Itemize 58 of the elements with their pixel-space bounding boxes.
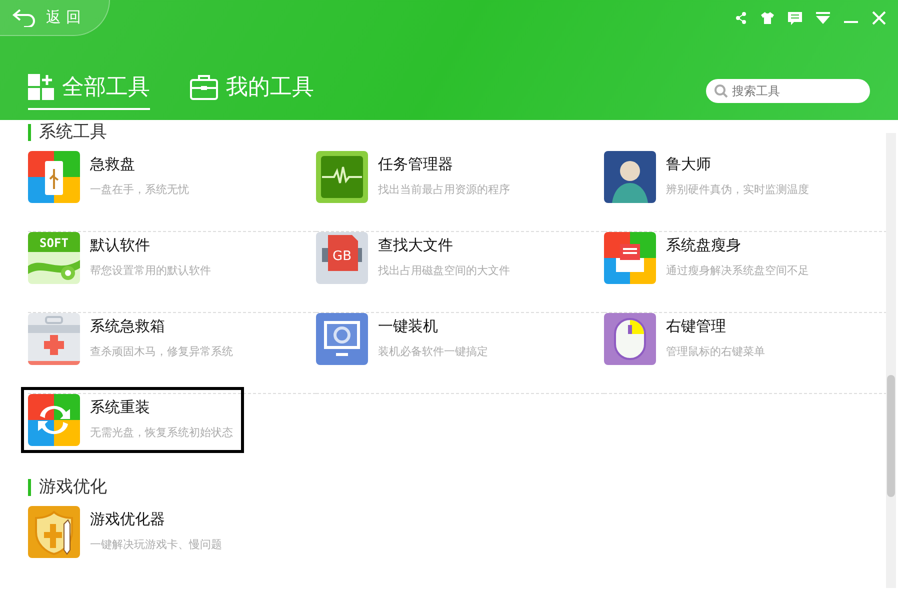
- tool-icon: [316, 151, 368, 203]
- briefcase-icon: [190, 74, 218, 100]
- tool-name: 系统重装: [90, 398, 151, 417]
- grid-icon: [28, 74, 54, 100]
- tool-name: 一键装机: [378, 317, 439, 336]
- scrollbar[interactable]: [886, 133, 896, 588]
- search-field[interactable]: 搜索工具: [706, 79, 870, 103]
- tool-item[interactable]: 右键管理 管理鼠标的右键菜单: [597, 306, 776, 372]
- tool-name: 游戏优化器: [90, 510, 166, 529]
- tool-description: 一盘在手，系统无忧: [90, 182, 189, 197]
- tool-item[interactable]: GB 查找大文件 找出占用磁盘空间的大文件: [309, 225, 521, 291]
- tool-icon: GB: [316, 232, 368, 284]
- tool-name: 鲁大师: [666, 155, 712, 174]
- tool-description: 辨别硬件真伪，实时监测温度: [666, 182, 809, 197]
- tool-icon: [316, 313, 368, 365]
- tool-icon: [604, 232, 656, 284]
- tool-name: 任务管理器: [378, 155, 454, 174]
- tool-description: 无需光盘，恢复系统初始状态: [90, 425, 233, 440]
- tool-name: 查找大文件: [378, 236, 454, 255]
- tool-item[interactable]: 系统重装 无需光盘，恢复系统初始状态: [21, 387, 244, 453]
- tool-description: 找出当前最占用资源的程序: [378, 182, 510, 197]
- tool-icon: SOFT: [28, 232, 80, 284]
- tool-description: 找出占用磁盘空间的大文件: [378, 263, 510, 278]
- tool-name: 急救盘: [90, 155, 136, 174]
- tool-name: 系统急救箱: [90, 317, 166, 336]
- tool-icon: [28, 506, 80, 558]
- tool-item[interactable]: SOFT 默认软件 帮您设置常用的默认软件: [21, 225, 222, 291]
- tool-item[interactable]: 任务管理器 找出当前最占用资源的程序: [309, 144, 521, 210]
- back-arrow-icon: [12, 8, 36, 26]
- search-icon: [714, 84, 728, 98]
- tool-icon: [604, 313, 656, 365]
- tool-item[interactable]: 鲁大师 辨别硬件真伪，实时监测温度: [597, 144, 820, 210]
- tool-icon: [28, 313, 80, 365]
- tool-item[interactable]: 系统盘瘦身 通过瘦身解决系统盘空间不足: [597, 225, 820, 291]
- tool-description: 装机必备软件一键搞定: [378, 344, 488, 359]
- tool-item[interactable]: 急救盘 一盘在手，系统无忧: [21, 144, 200, 210]
- tool-item[interactable]: 一键装机 装机必备软件一键搞定: [309, 306, 499, 372]
- tool-description: 管理鼠标的右键菜单: [666, 344, 765, 359]
- tool-item[interactable]: 游戏优化器 一键解决玩游戏卡、慢问题: [21, 499, 233, 565]
- message-icon[interactable]: [788, 12, 802, 24]
- shirt-icon[interactable]: [761, 12, 774, 24]
- tool-icon: [28, 151, 80, 203]
- tool-icon: [604, 151, 656, 203]
- tool-icon: [28, 394, 80, 446]
- tool-description: 通过瘦身解决系统盘空间不足: [666, 263, 809, 278]
- tool-name: 系统盘瘦身: [666, 236, 742, 255]
- share-icon[interactable]: [735, 12, 747, 24]
- tool-name: 默认软件: [90, 236, 151, 255]
- scroll-thumb[interactable]: [887, 375, 895, 497]
- tool-description: 一键解决玩游戏卡、慢问题: [90, 537, 222, 552]
- section-title: 系统工具: [28, 124, 868, 141]
- tool-description: 帮您设置常用的默认软件: [90, 263, 211, 278]
- close-icon[interactable]: [872, 11, 886, 25]
- tool-description: 查杀顽固木马，修复异常系统: [90, 344, 233, 359]
- tool-name: 右键管理: [666, 317, 727, 336]
- section-title: 游戏优化: [28, 479, 868, 496]
- tool-item[interactable]: 系统急救箱 查杀顽固木马，修复异常系统: [21, 306, 244, 372]
- menu-icon[interactable]: [816, 12, 830, 24]
